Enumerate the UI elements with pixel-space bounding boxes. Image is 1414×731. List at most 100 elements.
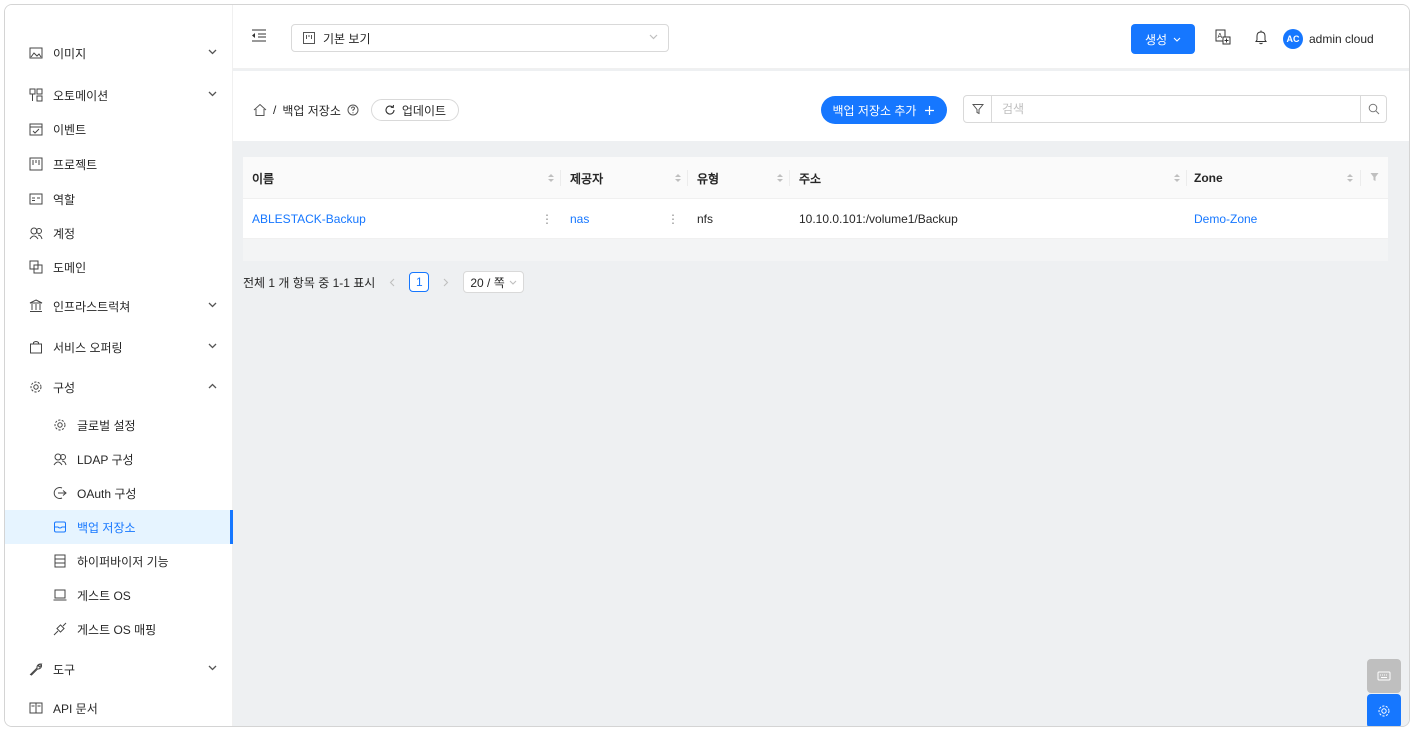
user-menu[interactable]: AC admin cloud — [1283, 29, 1374, 49]
search-icon[interactable] — [1360, 96, 1386, 122]
sort-icon[interactable] — [547, 171, 555, 185]
backup-repository-table: 이름 제공자 유형 주소 Zone ABLESTACK-Backup ⋮ nas… — [243, 157, 1388, 261]
sidebar-item-api-docs[interactable]: API 문서 — [5, 691, 231, 725]
sort-icon[interactable] — [776, 171, 784, 185]
next-page-icon[interactable] — [437, 273, 455, 291]
settings-float-button[interactable] — [1367, 694, 1401, 726]
add-backup-repository-button[interactable]: 백업 저장소 추가 — [821, 96, 947, 124]
top-header: 기본 보기 생성 A AC admin cloud — [233, 5, 1409, 69]
sidebar-item-label: 인프라스트럭쳐 — [53, 299, 131, 314]
search-input[interactable] — [992, 97, 1360, 121]
chevron-down-icon — [207, 663, 217, 673]
page-size-select[interactable]: 20 / 쪽 — [463, 271, 524, 293]
refresh-button[interactable]: 업데이트 — [370, 99, 460, 121]
sidebar-item-label: 게스트 OS — [77, 588, 131, 603]
sidebar-item-label: 역할 — [53, 192, 76, 207]
sidebar-item-backup-repository[interactable]: 백업 저장소 — [5, 510, 233, 544]
sort-icon[interactable] — [674, 171, 682, 185]
prev-page-icon[interactable] — [383, 273, 401, 291]
breadcrumb: / 백업 저장소 업데이트 — [253, 99, 460, 121]
cell-zone-link[interactable]: Demo-Zone — [1194, 199, 1257, 239]
question-circle-icon[interactable] — [347, 104, 359, 116]
sidebar-item-image[interactable]: 이미지 — [5, 36, 231, 70]
column-header-type[interactable]: 유형 — [697, 157, 719, 199]
cell-type: nfs — [697, 212, 714, 226]
sidebar-item-label: 계정 — [53, 226, 76, 241]
home-icon[interactable] — [253, 103, 267, 117]
column-header-provider[interactable]: 제공자 — [570, 157, 603, 199]
sidebar-item-tools[interactable]: 도구 — [5, 652, 231, 686]
view-select-value: 기본 보기 — [323, 31, 371, 46]
sidebar-item-automation[interactable]: 오토메이션 — [5, 78, 231, 112]
column-divider — [1186, 170, 1187, 186]
pagination-summary: 전체 1 개 항목 중 1-1 표시 — [243, 275, 376, 290]
laptop-icon — [53, 588, 67, 602]
menu-fold-icon[interactable] — [251, 27, 267, 43]
reload-icon — [384, 104, 396, 116]
translation-icon[interactable]: A — [1215, 29, 1231, 45]
column-header-zone[interactable]: Zone — [1194, 157, 1223, 199]
sidebar-item-ldap[interactable]: LDAP 구성 — [5, 442, 231, 476]
filter-icon[interactable] — [1370, 172, 1379, 186]
sidebar-item-global-settings[interactable]: 글로벌 설정 — [5, 408, 231, 442]
chevron-down-icon — [207, 300, 217, 310]
page-number[interactable]: 1 — [409, 272, 430, 292]
cell-name-link[interactable]: ABLESTACK-Backup — [252, 199, 366, 239]
more-icon[interactable]: ⋮ — [663, 209, 683, 229]
setting-icon — [53, 418, 67, 432]
sidebar-item-service-offerings[interactable]: 서비스 오퍼링 — [5, 330, 231, 364]
page-size-value: 20 / 쪽 — [470, 275, 505, 290]
avatar: AC — [1283, 29, 1303, 49]
sidebar-item-label: LDAP 구성 — [77, 452, 134, 467]
image-icon — [29, 46, 43, 60]
more-icon[interactable]: ⋮ — [537, 209, 557, 229]
user-name: admin cloud — [1309, 32, 1374, 46]
sidebar-item-roles[interactable]: 역할 — [5, 182, 231, 216]
table-footer — [243, 239, 1388, 261]
project-icon — [303, 32, 315, 44]
sort-icon[interactable] — [1173, 171, 1181, 185]
svg-text:A: A — [1218, 33, 1223, 40]
filter-icon[interactable] — [964, 96, 992, 122]
sidebar-item-hypervisor-capabilities[interactable]: 하이퍼바이저 기능 — [5, 544, 231, 578]
cell-provider-link[interactable]: nas — [570, 199, 589, 239]
view-select[interactable]: 기본 보기 — [291, 24, 669, 52]
create-button-label: 생성 — [1144, 32, 1168, 47]
page-title: 백업 저장소 — [282, 103, 341, 118]
page-toolbar: / 백업 저장소 업데이트 백업 저장소 추가 — [233, 71, 1409, 141]
chevron-down-icon — [207, 89, 217, 99]
sidebar-item-configuration[interactable]: 구성 — [5, 370, 231, 404]
team-icon — [53, 452, 67, 466]
sidebar-item-label: 서비스 오퍼링 — [53, 340, 123, 355]
setting-icon — [29, 380, 43, 394]
column-header-address[interactable]: 주소 — [799, 157, 821, 199]
sidebar-item-guest-os[interactable]: 게스트 OS — [5, 578, 231, 612]
app-window: 이미지 오토메이션 이벤트 프로젝트 역할 계정 도메인 인프라스트럭쳐 서비스… — [4, 4, 1410, 727]
chevron-down-icon — [207, 341, 217, 351]
sidebar-item-accounts[interactable]: 계정 — [5, 216, 231, 250]
column-divider — [789, 170, 790, 186]
main-content: / 백업 저장소 업데이트 백업 저장소 추가 이름 — [233, 69, 1409, 726]
create-button[interactable]: 생성 — [1131, 24, 1195, 54]
column-divider — [560, 170, 561, 186]
sidebar-item-label: 프로젝트 — [53, 157, 98, 172]
table-row: ABLESTACK-Backup ⋮ nas ⋮ nfs 10.10.0.101… — [243, 199, 1388, 239]
sidebar-item-label: API 문서 — [53, 701, 98, 716]
api-icon — [53, 622, 67, 636]
sidebar-item-label: 게스트 OS 매핑 — [77, 622, 157, 637]
sidebar-item-guest-os-mapping[interactable]: 게스트 OS 매핑 — [5, 612, 231, 646]
sidebar-item-domains[interactable]: 도메인 — [5, 250, 231, 284]
column-header-name[interactable]: 이름 — [252, 157, 274, 199]
keyboard-shortcut-button[interactable] — [1367, 659, 1401, 693]
bell-icon[interactable] — [1253, 29, 1269, 45]
read-icon — [29, 701, 43, 715]
sidebar-item-infrastructure[interactable]: 인프라스트럭쳐 — [5, 289, 231, 323]
sidebar-item-oauth[interactable]: OAuth 구성 — [5, 476, 231, 510]
sort-icon[interactable] — [1346, 171, 1354, 185]
chevron-up-icon — [207, 381, 217, 391]
sidebar-item-label: OAuth 구성 — [77, 486, 137, 501]
sidebar-item-label: 오토메이션 — [53, 88, 109, 103]
sidebar-item-events[interactable]: 이벤트 — [5, 112, 231, 146]
sidebar-item-projects[interactable]: 프로젝트 — [5, 147, 231, 181]
table-header: 이름 제공자 유형 주소 Zone — [243, 157, 1388, 199]
